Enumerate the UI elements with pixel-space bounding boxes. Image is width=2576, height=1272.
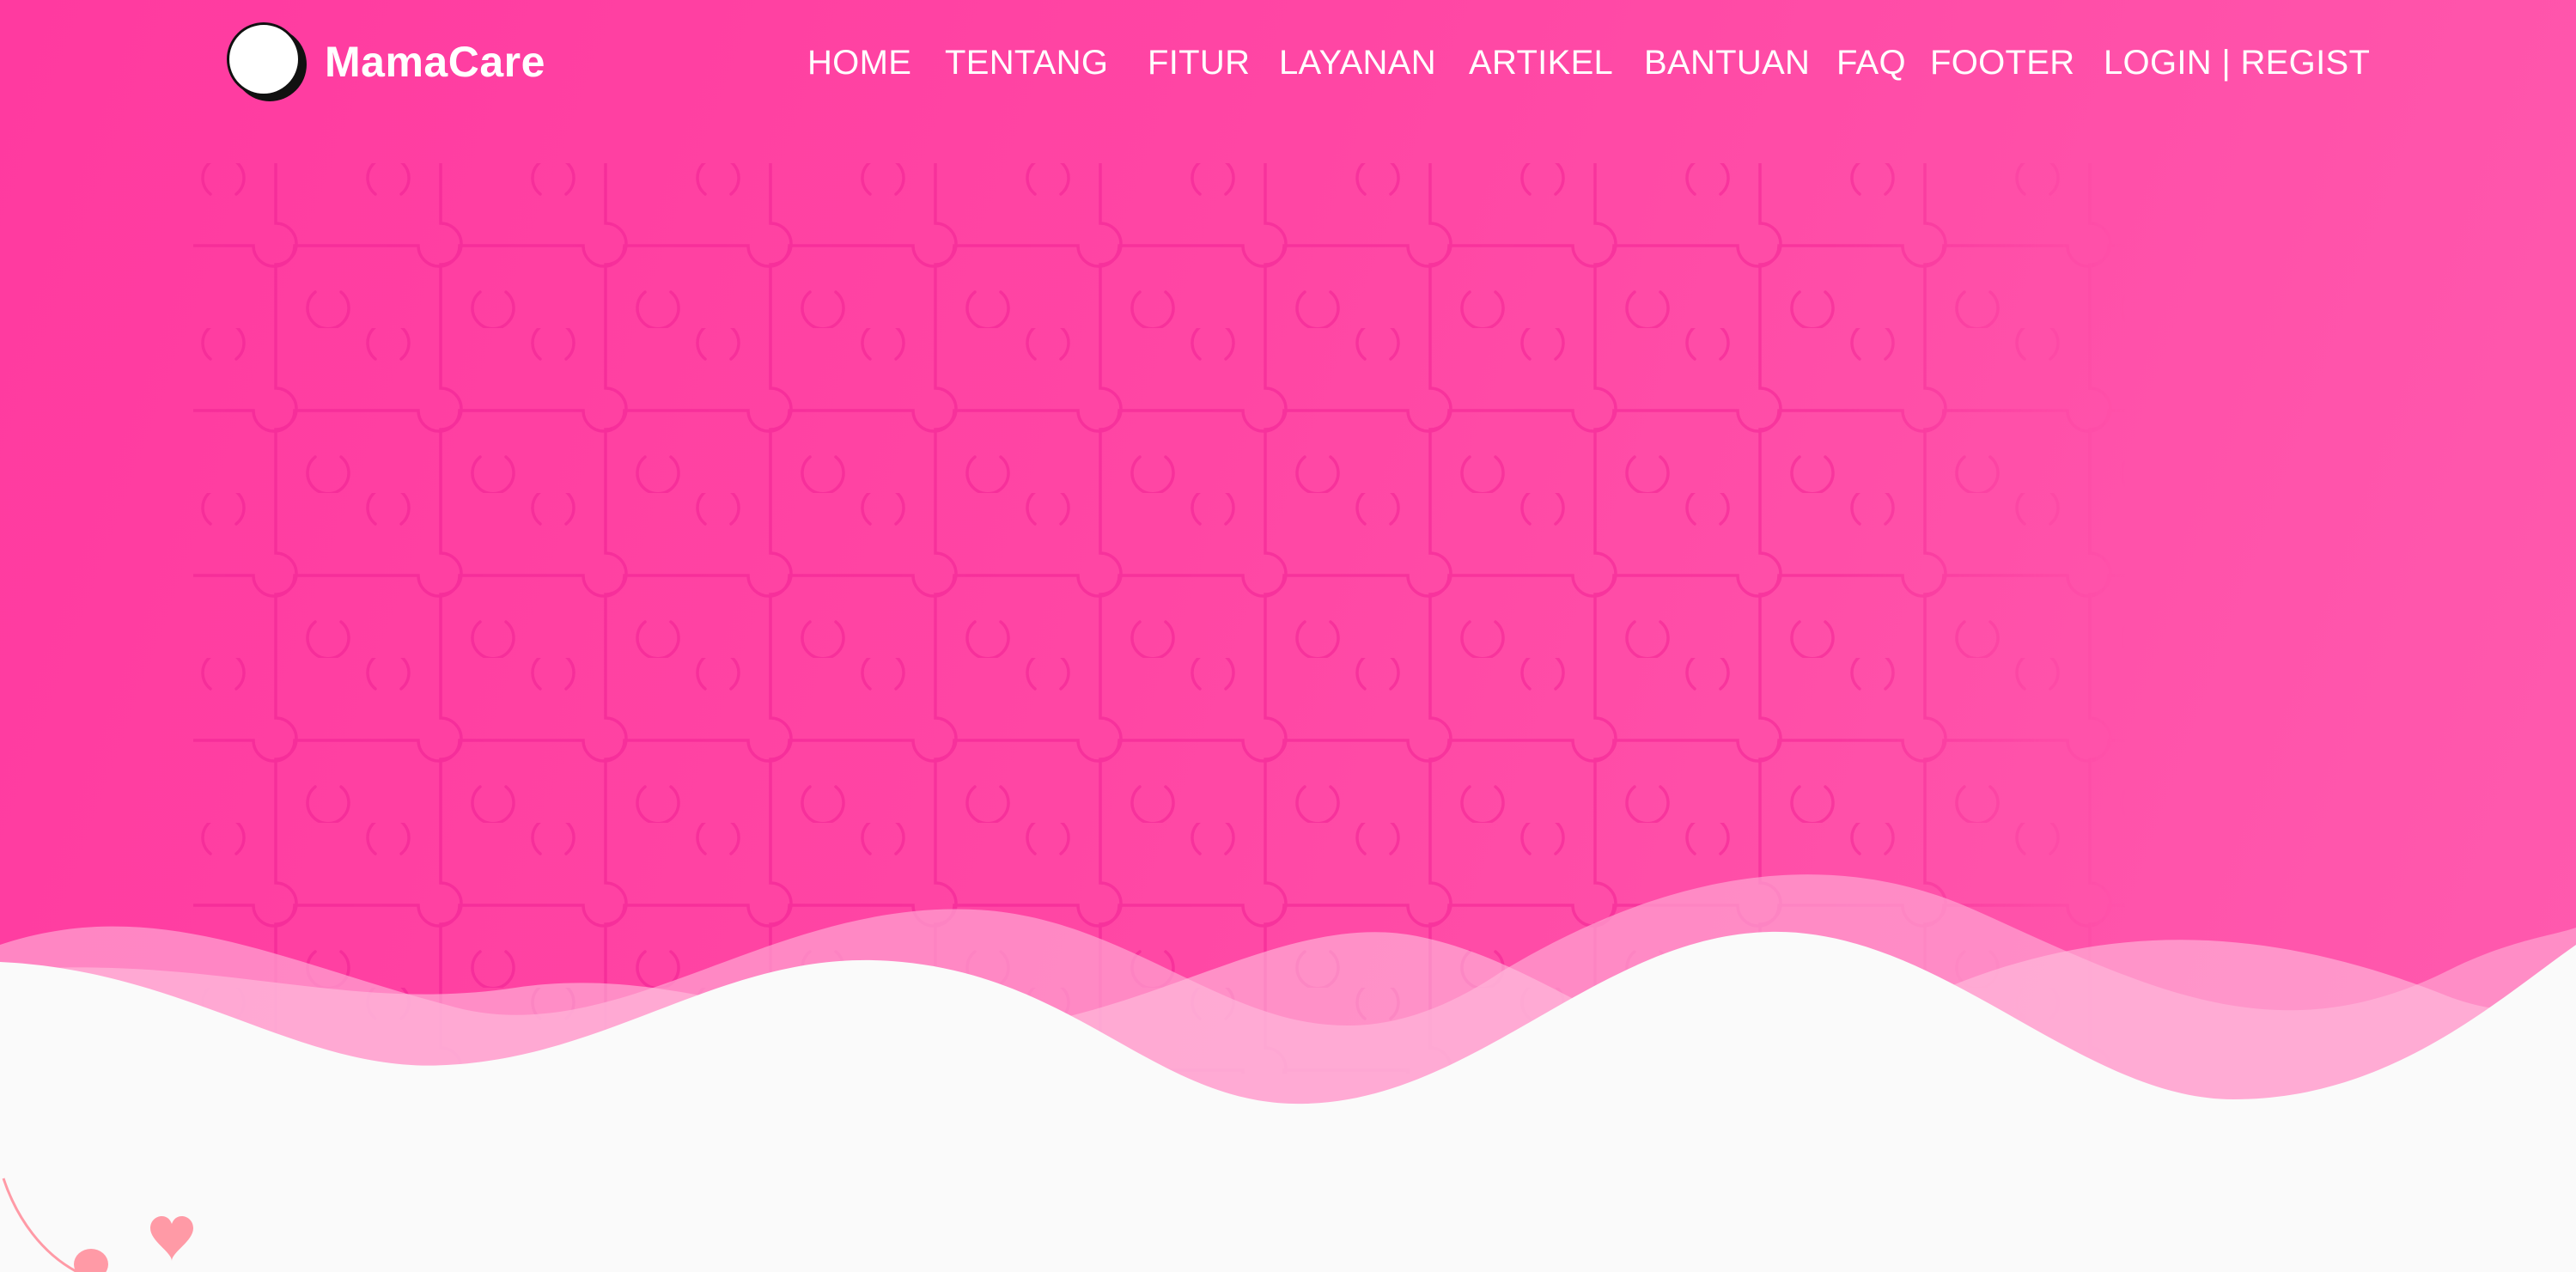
wave-divider <box>0 874 2576 1151</box>
heart-icon <box>2 1178 193 1272</box>
nav-artikel[interactable]: ARTIKEL <box>1469 41 1613 84</box>
nav-faq[interactable]: FAQ <box>1836 41 1906 84</box>
top-navbar: MamaCare HOME TENTANG FITUR LAYANAN ARTI… <box>0 0 2576 129</box>
logo-circle-icon[interactable] <box>227 22 301 96</box>
hero-section <box>0 0 2576 1151</box>
nav-layanan[interactable]: LAYANAN <box>1279 41 1436 84</box>
nav-bantuan[interactable]: BANTUAN <box>1644 41 1810 84</box>
nav-home[interactable]: HOME <box>807 41 911 84</box>
brand-name[interactable]: MamaCare <box>325 36 545 88</box>
nav-tentang[interactable]: TENTANG <box>945 41 1108 84</box>
nav-login-regist[interactable]: LOGIN | REGIST <box>2104 41 2370 84</box>
nav-footer[interactable]: FOOTER <box>1930 41 2074 84</box>
nav-fitur[interactable]: FITUR <box>1148 41 1250 84</box>
